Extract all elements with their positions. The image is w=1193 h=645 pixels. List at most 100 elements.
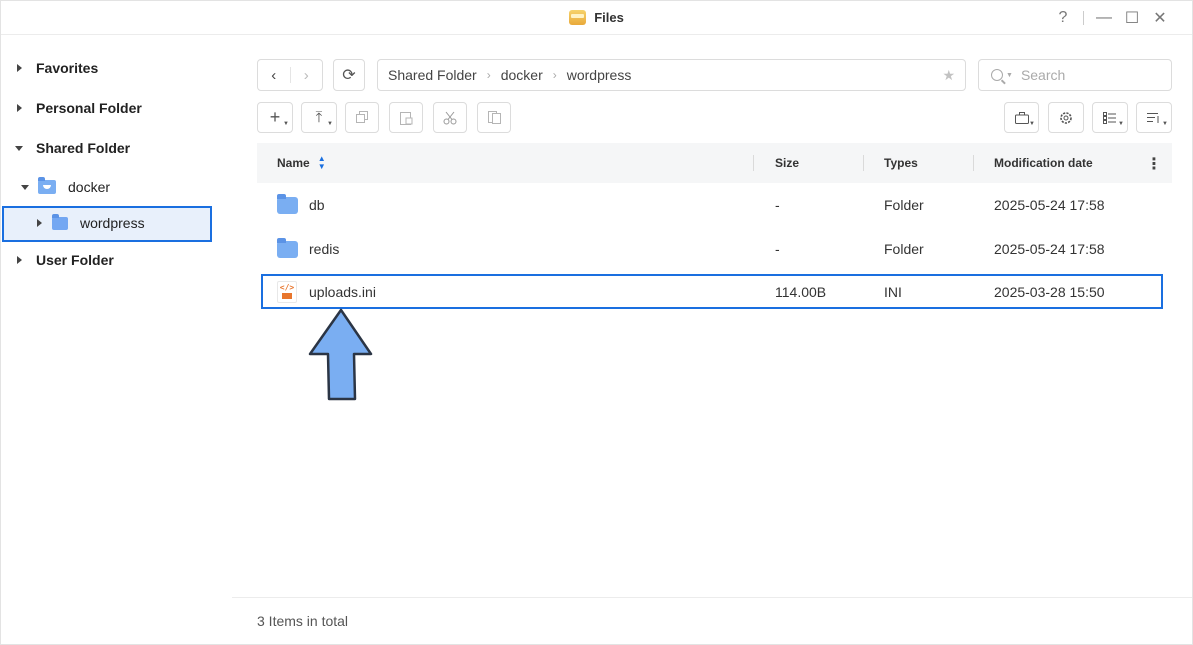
upload-button[interactable]: ⤒ ▼ (301, 102, 337, 133)
list-view-icon (1103, 111, 1116, 124)
folder-icon (52, 213, 68, 230)
files-window: Files ? — ☐ ✕ Favorites Personal Folder … (0, 0, 1193, 645)
caret-right-icon[interactable] (17, 104, 22, 112)
column-divider[interactable] (753, 155, 754, 171)
close-icon[interactable]: ✕ (1146, 7, 1174, 29)
search-dropdown-icon[interactable]: ▼ (1006, 72, 1013, 79)
sidebar-item-label: Favorites (36, 60, 99, 76)
minimize-icon[interactable]: — (1090, 7, 1118, 29)
file-type: INI (884, 283, 902, 300)
column-header-label: Name (277, 156, 310, 170)
briefcase-icon (1014, 111, 1029, 124)
window-controls: ? — ☐ ✕ (1049, 7, 1174, 29)
column-options-icon[interactable]: ⋮ (1146, 154, 1162, 174)
copy-button[interactable] (345, 102, 379, 133)
dropdown-icon: ▼ (327, 121, 333, 127)
paste-icon (399, 111, 412, 125)
forward-button[interactable]: › (291, 60, 323, 90)
column-header-name[interactable]: Name ▲ ▼ (277, 143, 326, 183)
sidebar-item-shared-folder[interactable]: Shared Folder (15, 140, 130, 156)
scissors-icon (443, 111, 457, 124)
column-divider[interactable] (863, 155, 864, 171)
caret-right-icon[interactable] (17, 256, 22, 264)
caret-right-icon[interactable] (17, 64, 22, 72)
sidebar-item-label: Shared Folder (36, 140, 131, 156)
docker-folder-icon (38, 177, 56, 194)
sort-icon (1147, 112, 1159, 123)
file-modified: 2025-05-24 17:58 (994, 241, 1105, 257)
column-divider[interactable] (973, 155, 974, 171)
maximize-icon[interactable]: ☐ (1118, 7, 1146, 29)
settings-button[interactable] (1048, 102, 1084, 133)
cut-button[interactable] (433, 102, 467, 133)
sidebar-item-wordpress[interactable]: wordpress (37, 213, 145, 231)
column-header-label: Size (775, 156, 800, 170)
code-glyph-icon: </> (279, 283, 295, 292)
view-mode-button[interactable]: ▼ (1092, 102, 1128, 133)
move-button[interactable] (477, 102, 511, 133)
window-title-text: Files (594, 10, 624, 25)
sidebar-item-label: docker (68, 179, 111, 195)
title-bar: Files ? — ☐ ✕ (1, 1, 1192, 35)
sidebar-item-user-folder[interactable]: User Folder (17, 252, 114, 268)
window-controls-divider (1083, 11, 1084, 25)
file-name: db (309, 197, 325, 213)
plus-icon: + (269, 107, 281, 127)
gear-icon (1060, 111, 1072, 124)
folder-icon (277, 193, 298, 214)
back-button[interactable]: ‹ (258, 60, 290, 90)
item-count: 3 Items in total (257, 613, 349, 629)
favorite-star-icon[interactable]: ★ (942, 67, 955, 84)
sidebar-item-favorites[interactable]: Favorites (17, 60, 98, 76)
breadcrumb-item-docker[interactable]: docker (501, 67, 543, 83)
file-size: - (775, 197, 780, 213)
status-bar: 3 Items in total (232, 597, 1192, 644)
copy-icon (355, 111, 368, 123)
paste-button[interactable] (389, 102, 423, 133)
column-header-modified[interactable]: Modification date (994, 143, 1093, 183)
help-icon[interactable]: ? (1049, 7, 1077, 29)
nav-buttons: ‹ › (257, 59, 323, 91)
file-type: Folder (884, 241, 924, 257)
dropdown-icon: ▼ (1118, 121, 1124, 127)
table-row[interactable]: db - Folder 2025-05-24 17:58 (257, 183, 1172, 227)
breadcrumb-item-shared-folder[interactable]: Shared Folder (388, 67, 477, 83)
file-tag-icon (282, 293, 292, 299)
sort-ascending-icon[interactable]: ▲ ▼ (318, 155, 326, 171)
search-input[interactable] (1020, 67, 1151, 83)
file-table-header: Name ▲ ▼ Size Types Modification date ⋮ (257, 143, 1172, 183)
file-size: 114.00B (775, 283, 827, 300)
breadcrumb-item-wordpress[interactable]: wordpress (567, 67, 632, 83)
ini-file-icon: </> (277, 280, 297, 303)
file-name: uploads.ini (309, 283, 376, 300)
caret-right-icon[interactable] (37, 219, 42, 227)
sidebar-item-docker[interactable]: docker (21, 177, 111, 195)
refresh-button[interactable]: ⟳ (333, 59, 365, 91)
caret-down-icon[interactable] (15, 145, 23, 151)
table-row[interactable]: redis - Folder 2025-05-24 17:58 (257, 227, 1172, 271)
sidebar: Favorites Personal Folder Shared Folder … (1, 36, 232, 644)
move-icon (487, 111, 501, 124)
sidebar-item-personal-folder[interactable]: Personal Folder (17, 100, 142, 116)
sidebar-item-label: Personal Folder (36, 100, 142, 116)
column-header-types[interactable]: Types (884, 143, 918, 183)
files-app-icon (569, 10, 587, 25)
file-type: Folder (884, 197, 924, 213)
dropdown-icon: ▼ (1162, 121, 1168, 127)
file-name: redis (309, 241, 340, 257)
search-box[interactable]: ▼ (978, 59, 1172, 91)
caret-down-icon[interactable] (21, 184, 29, 190)
sort-button[interactable]: ▼ (1136, 102, 1172, 133)
file-size: - (775, 241, 780, 257)
chevron-right-icon: › (552, 68, 557, 82)
column-header-size[interactable]: Size (775, 143, 799, 183)
tools-button[interactable]: ▼ (1004, 102, 1039, 133)
upload-icon: ⤒ (315, 109, 323, 126)
column-header-label: Modification date (994, 156, 1093, 170)
annotation-arrow-icon (308, 308, 373, 401)
search-icon[interactable] (991, 69, 1003, 81)
table-row-selected[interactable]: </> uploads.ini 114.00B INI 2025-03-28 1… (261, 274, 1163, 309)
new-button[interactable]: + ▼ (257, 102, 293, 133)
window-title: Files (569, 10, 624, 25)
sidebar-item-label: wordpress (80, 215, 145, 231)
